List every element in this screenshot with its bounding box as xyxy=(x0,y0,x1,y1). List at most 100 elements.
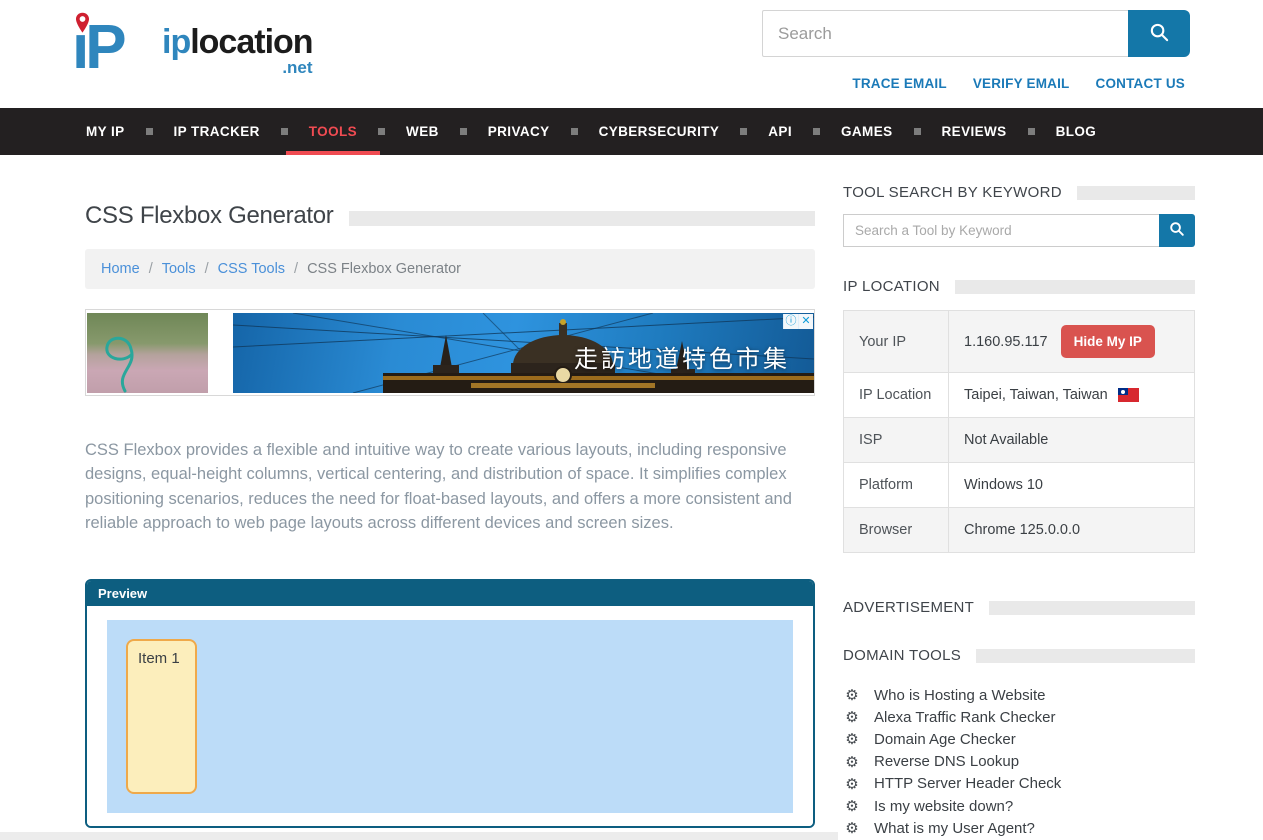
site-header: ıP iplocation .net TRACE EMAIL VERIFY EM… xyxy=(0,0,1263,108)
nav-tools[interactable]: TOOLS xyxy=(309,108,357,155)
header-search xyxy=(762,10,1190,57)
flexbox-preview-item[interactable]: Item 1 xyxy=(126,639,197,794)
flexbox-preview-container: Item 1 xyxy=(107,620,793,813)
nav-separator xyxy=(914,128,921,135)
logo-word-location: location xyxy=(190,23,312,61)
nav-games[interactable]: GAMES xyxy=(841,108,893,155)
search-icon xyxy=(1149,22,1170,46)
verify-email-link[interactable]: VERIFY EMAIL xyxy=(973,76,1070,91)
nav-separator xyxy=(460,128,467,135)
header-search-input[interactable] xyxy=(762,10,1128,57)
list-item[interactable]: ⚙Alexa Traffic Rank Checker xyxy=(843,706,1195,728)
ad-image-building[interactable]: 走訪地道特色市集 ⓘ ✕ xyxy=(233,313,814,393)
main-column: CSS Flexbox Generator Home / Tools / CSS… xyxy=(85,155,815,828)
nav-blog[interactable]: BLOG xyxy=(1056,108,1097,155)
nav-separator xyxy=(1028,128,1035,135)
nav-cybersecurity[interactable]: CYBERSECURITY xyxy=(599,108,720,155)
tool-search-button[interactable] xyxy=(1159,214,1195,247)
row-label: Platform xyxy=(844,463,949,508)
table-row: Platform Windows 10 xyxy=(844,463,1195,508)
isp-value: Not Available xyxy=(949,418,1195,463)
title-decorative-bar xyxy=(349,211,815,226)
preview-panel: Preview Item 1 xyxy=(85,579,815,828)
ad-image-landscape[interactable] xyxy=(87,313,208,393)
list-item[interactable]: ⚙Who is Hosting a Website xyxy=(843,684,1195,706)
sidebar: TOOL SEARCH BY KEYWORD IP LOCATION xyxy=(843,184,1195,839)
gear-icon: ⚙ xyxy=(843,686,861,704)
breadcrumb-current: CSS Flexbox Generator xyxy=(307,261,461,277)
list-item[interactable]: ⚙What is my User Agent? xyxy=(843,817,1195,839)
breadcrumb-tools[interactable]: Tools xyxy=(162,261,196,277)
location-pin-icon xyxy=(74,12,91,34)
logo-mark: ıP xyxy=(72,6,158,90)
gear-icon: ⚙ xyxy=(843,753,861,771)
hide-my-ip-button[interactable]: Hide My IP xyxy=(1061,325,1155,358)
nav-api[interactable]: API xyxy=(768,108,792,155)
logo-wordmark: iplocation .net xyxy=(162,24,313,78)
breadcrumb-separator: / xyxy=(149,261,153,277)
breadcrumb-separator: / xyxy=(205,261,209,277)
table-row: Browser Chrome 125.0.0.0 xyxy=(844,508,1195,553)
tool-search-input[interactable] xyxy=(843,214,1159,247)
row-label: Your IP xyxy=(844,311,949,373)
heading-decorative-bar xyxy=(989,601,1195,615)
gear-icon: ⚙ xyxy=(843,708,861,726)
trace-email-link[interactable]: TRACE EMAIL xyxy=(852,76,946,91)
nav-separator xyxy=(281,128,288,135)
heading-decorative-bar xyxy=(1077,186,1195,200)
list-item[interactable]: ⚙Is my website down? xyxy=(843,795,1195,817)
table-row: Your IP 1.160.95.117 Hide My IP xyxy=(844,311,1195,373)
nav-my-ip[interactable]: MY IP xyxy=(86,108,125,155)
nav-web[interactable]: WEB xyxy=(406,108,439,155)
nav-separator xyxy=(146,128,153,135)
taiwan-flag-icon xyxy=(1118,388,1139,402)
nav-separator xyxy=(378,128,385,135)
tool-search-heading: TOOL SEARCH BY KEYWORD xyxy=(843,184,1195,201)
gear-icon: ⚙ xyxy=(843,775,861,793)
ip-location-value: Taipei, Taiwan, Taiwan xyxy=(964,387,1108,403)
your-ip-value: 1.160.95.117 xyxy=(964,334,1048,350)
gear-icon: ⚙ xyxy=(843,797,861,815)
header-search-button[interactable] xyxy=(1128,10,1190,57)
heading-decorative-bar xyxy=(976,649,1195,663)
ad-banner[interactable]: 走訪地道特色市集 ⓘ ✕ xyxy=(85,309,815,396)
row-label: IP Location xyxy=(844,373,949,418)
ad-headline[interactable]: 走訪地道特色市集 xyxy=(574,339,790,374)
search-icon xyxy=(1169,221,1185,240)
nav-reviews[interactable]: REVIEWS xyxy=(942,108,1007,155)
preview-panel-body: Item 1 xyxy=(87,606,813,826)
header-links: TRACE EMAIL VERIFY EMAIL CONTACT US xyxy=(852,76,1185,91)
page-title: CSS Flexbox Generator xyxy=(85,203,333,228)
gear-icon: ⚙ xyxy=(843,730,861,748)
logo-word-ip: ip xyxy=(162,23,190,61)
breadcrumb: Home / Tools / CSS Tools / CSS Flexbox G… xyxy=(85,249,815,289)
tool-description: CSS Flexbox provides a flexible and intu… xyxy=(85,438,815,535)
platform-value: Windows 10 xyxy=(949,463,1195,508)
list-item[interactable]: ⚙Domain Age Checker xyxy=(843,728,1195,750)
preview-panel-header: Preview xyxy=(87,581,813,606)
nav-privacy[interactable]: PRIVACY xyxy=(488,108,550,155)
breadcrumb-separator: / xyxy=(294,261,298,277)
list-item[interactable]: ⚙Reverse DNS Lookup xyxy=(843,751,1195,773)
advertisement-heading: ADVERTISEMENT xyxy=(843,599,1195,616)
row-label: Browser xyxy=(844,508,949,553)
site-logo[interactable]: ıP iplocation .net xyxy=(72,6,313,90)
ad-close-icon[interactable]: ✕ xyxy=(798,314,813,329)
nav-separator xyxy=(813,128,820,135)
nav-separator xyxy=(571,128,578,135)
nav-ip-tracker[interactable]: IP TRACKER xyxy=(174,108,260,155)
page-bottom-strip xyxy=(0,832,838,840)
contact-us-link[interactable]: CONTACT US xyxy=(1096,76,1186,91)
page: ıP iplocation .net TRACE EMAIL VERIFY EM… xyxy=(0,0,1263,840)
ip-location-table: Your IP 1.160.95.117 Hide My IP IP Locat… xyxy=(843,310,1195,553)
breadcrumb-home[interactable]: Home xyxy=(101,261,140,277)
ad-info-icon[interactable]: ⓘ xyxy=(783,314,798,329)
ip-location-heading: IP LOCATION xyxy=(843,278,1195,295)
table-row: ISP Not Available xyxy=(844,418,1195,463)
list-item[interactable]: ⚙HTTP Server Header Check xyxy=(843,773,1195,795)
nav-separator xyxy=(740,128,747,135)
table-row: IP Location Taipei, Taiwan, Taiwan xyxy=(844,373,1195,418)
breadcrumb-css-tools[interactable]: CSS Tools xyxy=(218,261,285,277)
main-nav: MY IP IP TRACKER TOOLS WEB PRIVACY CYBER… xyxy=(0,108,1263,155)
browser-value: Chrome 125.0.0.0 xyxy=(949,508,1195,553)
